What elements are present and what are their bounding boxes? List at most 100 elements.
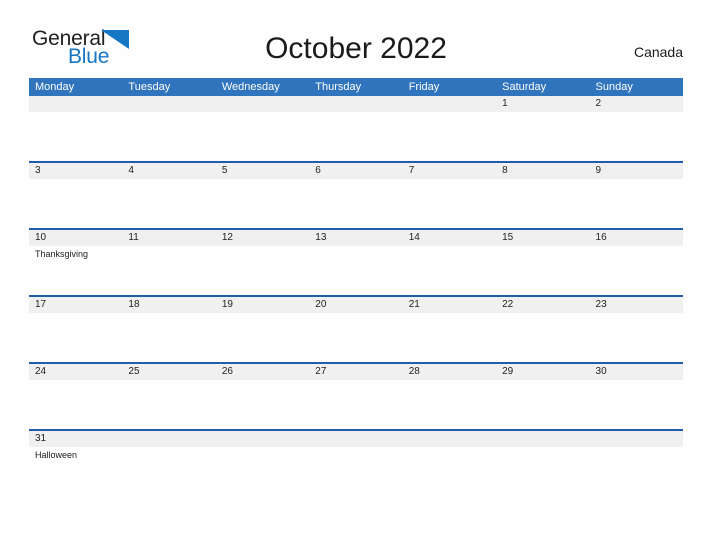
day-cell[interactable] [216,380,309,429]
day-cell[interactable] [122,313,215,362]
day-number[interactable]: 20 [309,297,402,313]
day-cell[interactable] [216,246,309,295]
day-cell[interactable] [403,380,496,429]
day-number[interactable] [216,431,309,447]
day-cell[interactable] [122,246,215,295]
day-cell[interactable]: Thanksgiving [29,246,122,295]
day-cell[interactable] [122,447,215,496]
day-number[interactable]: 25 [122,364,215,380]
day-number[interactable] [309,431,402,447]
calendar-week-row: 24 25 26 27 28 29 30 [29,362,683,429]
calendar-week-row: 17 18 19 20 21 22 23 [29,295,683,362]
day-cell[interactable] [496,447,589,496]
day-cell[interactable] [29,112,122,161]
day-number[interactable] [122,431,215,447]
day-number[interactable]: 14 [403,230,496,246]
day-number[interactable]: 9 [590,163,683,179]
day-cell[interactable] [403,447,496,496]
day-cell[interactable] [29,380,122,429]
day-number[interactable]: 2 [590,96,683,112]
day-number[interactable] [590,431,683,447]
day-cell[interactable] [309,380,402,429]
day-cell[interactable] [403,246,496,295]
day-number[interactable] [216,96,309,112]
week-date-number-band: 24 25 26 27 28 29 30 [29,364,683,380]
day-cell[interactable] [29,313,122,362]
day-cell[interactable] [309,313,402,362]
day-number[interactable]: 6 [309,163,402,179]
calendar-page: General Blue October 2022 Canada Monday … [0,0,712,550]
day-number[interactable] [122,96,215,112]
day-cell[interactable] [496,179,589,228]
day-number[interactable]: 21 [403,297,496,313]
day-cell[interactable] [122,112,215,161]
day-number[interactable]: 11 [122,230,215,246]
day-number[interactable]: 15 [496,230,589,246]
day-cell[interactable] [496,246,589,295]
day-cell[interactable] [122,179,215,228]
day-number[interactable]: 17 [29,297,122,313]
day-cell[interactable] [496,313,589,362]
week-event-band [29,313,683,362]
day-number[interactable] [309,96,402,112]
day-number[interactable]: 3 [29,163,122,179]
day-number[interactable]: 24 [29,364,122,380]
day-number[interactable]: 31 [29,431,122,447]
day-cell[interactable] [309,179,402,228]
week-event-band [29,112,683,161]
day-cell[interactable] [216,313,309,362]
day-number[interactable] [29,96,122,112]
day-number[interactable]: 29 [496,364,589,380]
day-number[interactable] [403,96,496,112]
day-number[interactable]: 23 [590,297,683,313]
day-cell[interactable] [496,380,589,429]
day-cell[interactable] [590,447,683,496]
day-cell[interactable] [590,380,683,429]
day-cell[interactable] [496,112,589,161]
day-cell[interactable] [216,179,309,228]
week-date-number-band: 3456789 [29,163,683,179]
page-title: October 2022 [265,32,447,65]
day-cell[interactable] [403,313,496,362]
day-number[interactable]: 4 [122,163,215,179]
week-event-band: Thanksgiving [29,246,683,295]
day-cell[interactable] [216,447,309,496]
weekday-header-wednesday: Wednesday [221,81,280,93]
day-number[interactable]: 10 [29,230,122,246]
day-cell[interactable]: Halloween [29,447,122,496]
day-cell[interactable] [309,447,402,496]
day-cell[interactable] [122,380,215,429]
day-cell[interactable] [590,112,683,161]
day-number[interactable]: 13 [309,230,402,246]
day-cell[interactable] [590,179,683,228]
day-number[interactable]: 22 [496,297,589,313]
calendar-weeks: 1 2 3 4 5 6 7 8 9 10 11 12 13 14 15 16 Thanksgiving 17 18 1… [29,96,683,496]
day-cell[interactable] [309,112,402,161]
day-number[interactable] [496,431,589,447]
day-cell[interactable] [29,179,122,228]
day-cell[interactable] [216,112,309,161]
day-number[interactable]: 5 [216,163,309,179]
day-number[interactable]: 1 [496,96,589,112]
day-number[interactable]: 28 [403,364,496,380]
day-number[interactable]: 19 [216,297,309,313]
day-number[interactable]: 26 [216,364,309,380]
day-number[interactable]: 30 [590,364,683,380]
page-header: General Blue October 2022 Canada [29,26,683,74]
day-cell[interactable] [590,246,683,295]
day-number[interactable]: 8 [496,163,589,179]
calendar-week-row: 31 Halloween [29,429,683,496]
day-number[interactable]: 27 [309,364,402,380]
calendar-week-row: 10 11 12 13 14 15 16 Thanksgiving [29,228,683,295]
day-cell[interactable] [309,246,402,295]
day-number[interactable]: 7 [403,163,496,179]
day-number[interactable] [403,431,496,447]
day-cell[interactable] [403,112,496,161]
weekday-header-friday: Friday [408,81,440,93]
day-event-label: Thanksgiving [35,249,89,259]
day-number[interactable]: 12 [216,230,309,246]
day-cell[interactable] [590,313,683,362]
day-number[interactable]: 16 [590,230,683,246]
day-number[interactable]: 18 [122,297,215,313]
day-cell[interactable] [403,179,496,228]
